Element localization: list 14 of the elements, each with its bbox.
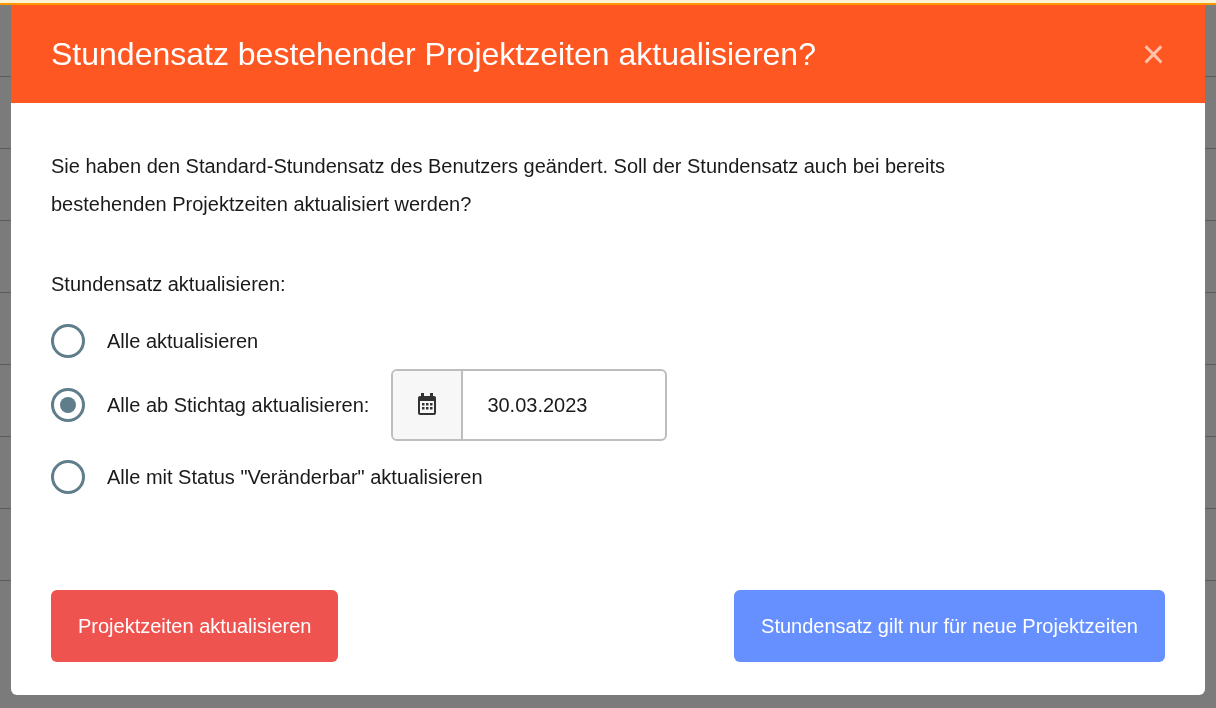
option-label: Alle aktualisieren xyxy=(107,329,259,354)
dialog-message: Sie haben den Standard-Stundensatz des Benutzers geändert. Soll der Stundensatz auch bei bereits bestehenden Projektzeiten aktualisiert werden? xyxy=(51,154,946,217)
action-button[interactable]: Stundensatz gilt nur für neue Projektzeiten xyxy=(734,590,1165,662)
date-field[interactable]: 30.03.2023 xyxy=(391,369,668,441)
option-label: Alle mit Status "Veränderbar" aktualisieren xyxy=(107,465,483,490)
close-button[interactable]: × xyxy=(1141,34,1165,74)
dialog-title: Stundensatz bestehender Projektzeiten aktualisieren? xyxy=(51,35,816,74)
calendar-icon xyxy=(416,393,439,417)
option-label: Alle ab Stichtag aktualisieren: xyxy=(107,393,370,418)
radio-button[interactable] xyxy=(51,324,85,358)
radio-button[interactable] xyxy=(51,388,85,422)
action-button[interactable]: Projektzeiten aktualisieren xyxy=(51,590,339,662)
radio-button[interactable] xyxy=(51,460,85,494)
group-label: Stundensatz aktualisieren: xyxy=(51,272,287,297)
